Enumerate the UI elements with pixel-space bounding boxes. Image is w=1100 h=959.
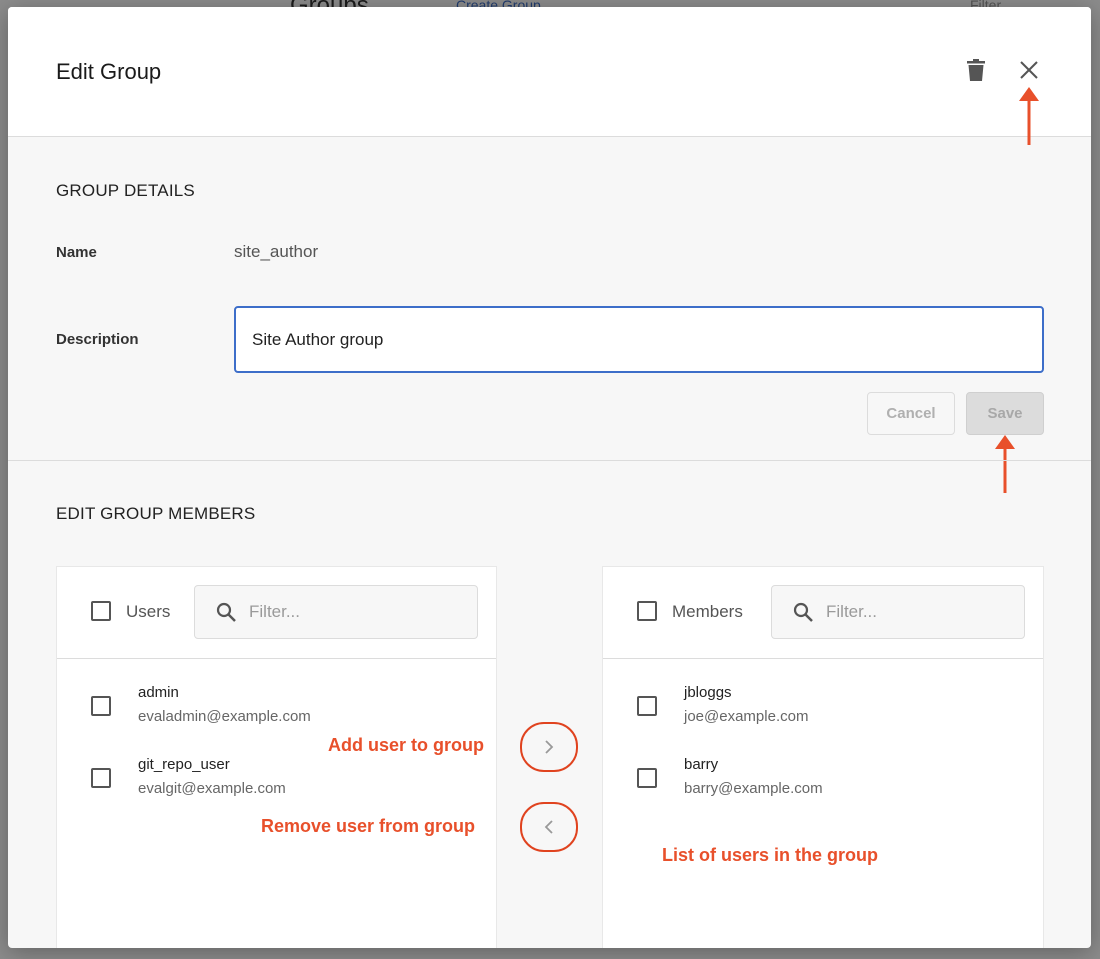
search-icon bbox=[215, 601, 237, 623]
user-name: git_repo_user bbox=[138, 756, 230, 773]
select-all-users-checkbox[interactable] bbox=[91, 601, 111, 621]
modal-header: Edit Group bbox=[8, 7, 1091, 137]
edit-group-modal: Edit Group GROUP DETAILS Name site_autho… bbox=[8, 7, 1091, 948]
close-icon[interactable] bbox=[1016, 57, 1042, 83]
user-name: admin bbox=[138, 684, 179, 701]
cancel-button[interactable]: Cancel bbox=[867, 392, 955, 435]
users-filter-input[interactable] bbox=[247, 601, 447, 623]
add-user-annotation: Add user to group bbox=[328, 735, 484, 755]
users-panel-header: Users bbox=[57, 567, 496, 659]
member-checkbox[interactable] bbox=[637, 768, 657, 788]
close-pointer-arrow bbox=[1019, 87, 1039, 145]
users-panel: Users admin evaladmin@example.com git_re… bbox=[56, 566, 497, 948]
save-pointer-arrow bbox=[995, 435, 1015, 493]
select-all-members-checkbox[interactable] bbox=[637, 601, 657, 621]
trash-icon[interactable] bbox=[963, 57, 989, 83]
user-email: evaladmin@example.com bbox=[138, 708, 311, 725]
users-header-label: Users bbox=[126, 602, 171, 621]
search-icon bbox=[792, 601, 814, 623]
member-checkbox[interactable] bbox=[637, 696, 657, 716]
modal-title: Edit Group bbox=[56, 59, 162, 84]
members-panel-header: Members bbox=[603, 567, 1043, 659]
member-email: barry@example.com bbox=[684, 780, 823, 797]
description-label: Description bbox=[56, 331, 139, 348]
members-header-label: Members bbox=[672, 602, 743, 621]
member-name: jbloggs bbox=[684, 684, 732, 701]
name-value: site_author bbox=[234, 242, 319, 261]
name-label: Name bbox=[56, 244, 97, 261]
description-input[interactable] bbox=[234, 306, 1044, 373]
members-filter-input[interactable] bbox=[824, 601, 994, 623]
list-item[interactable]: barry barry@example.com bbox=[603, 756, 1043, 816]
user-checkbox[interactable] bbox=[91, 696, 111, 716]
members-filter[interactable] bbox=[771, 585, 1025, 639]
user-checkbox[interactable] bbox=[91, 768, 111, 788]
members-list-annotation: List of users in the group bbox=[662, 845, 879, 865]
chevron-left-icon bbox=[544, 820, 553, 834]
list-item[interactable]: jbloggs joe@example.com bbox=[603, 684, 1043, 744]
users-filter[interactable] bbox=[194, 585, 478, 639]
section-divider bbox=[8, 460, 1091, 461]
add-user-button[interactable] bbox=[520, 722, 578, 772]
group-details-title: GROUP DETAILS bbox=[56, 181, 195, 200]
members-panel: Members jbloggs joe@example.com barry ba… bbox=[602, 566, 1044, 948]
member-email: joe@example.com bbox=[684, 708, 809, 725]
save-button[interactable]: Save bbox=[966, 392, 1044, 435]
chevron-right-icon bbox=[545, 740, 554, 754]
remove-user-button[interactable] bbox=[520, 802, 578, 852]
list-item[interactable]: git_repo_user evalgit@example.com bbox=[57, 756, 496, 816]
remove-user-annotation: Remove user from group bbox=[261, 816, 476, 836]
user-email: evalgit@example.com bbox=[138, 780, 286, 797]
edit-members-title: EDIT GROUP MEMBERS bbox=[56, 504, 256, 523]
member-name: barry bbox=[684, 756, 719, 773]
